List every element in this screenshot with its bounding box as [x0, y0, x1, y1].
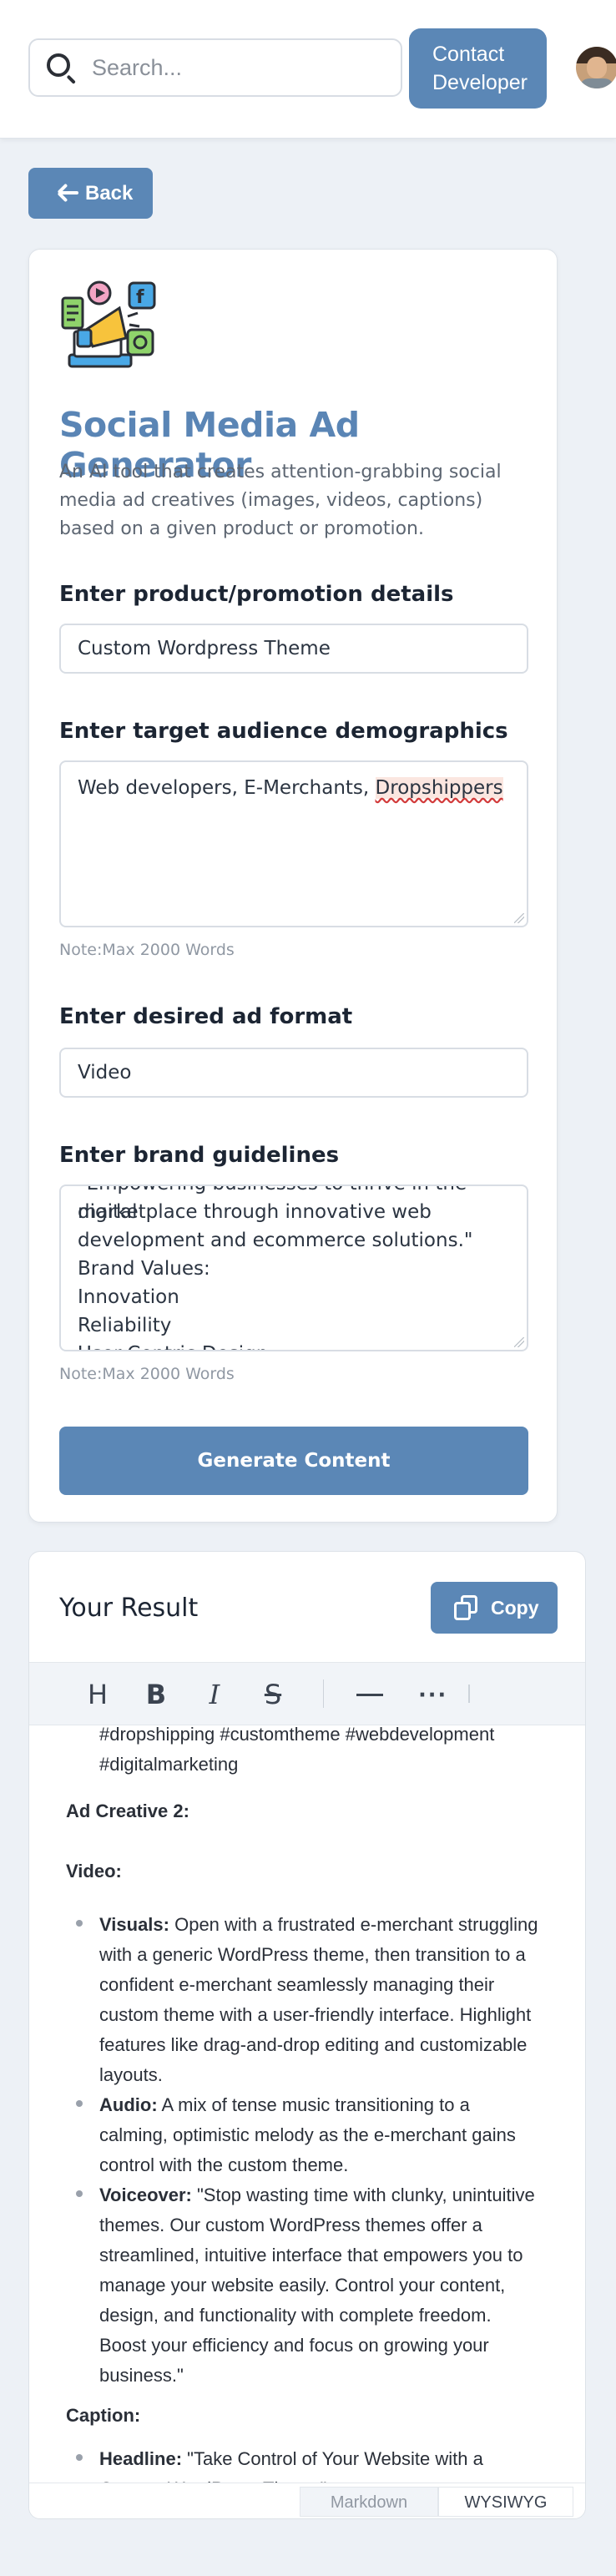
resize-handle[interactable]	[514, 1337, 524, 1347]
contact-developer-button[interactable]: Contact Developer	[409, 28, 547, 109]
audience-textarea[interactable]: Web developers, E-Merchants, Dropshipper…	[59, 760, 528, 927]
bullet-icon	[76, 2454, 83, 2461]
markdown-mode-tab[interactable]: Markdown	[300, 2487, 438, 2517]
copy-label: Copy	[491, 1596, 539, 1619]
horizontal-rule-button[interactable]	[353, 1679, 386, 1713]
headline-item: Headline: "Take Control of Your Website …	[99, 2444, 483, 2474]
tool-form-card: f Social Media Ad Generator An AI tool t…	[28, 249, 558, 1523]
bold-button[interactable]: B	[139, 1678, 173, 1711]
editor-mode-bar: Markdown WYSIWYG	[29, 2483, 585, 2518]
contact-label-line1: Contact	[432, 43, 505, 66]
voiceover-text: design, and functionality with complete …	[99, 2305, 492, 2326]
visuals-text: layouts.	[99, 2064, 163, 2085]
hashtags-line: #digitalmarketing	[99, 1754, 239, 1775]
voiceover-item: Voiceover: "Stop wasting time with clunk…	[99, 2180, 535, 2210]
voiceover-text: themes. Our custom WordPress themes offe…	[99, 2215, 482, 2235]
strikethrough-button[interactable]: S	[256, 1678, 290, 1711]
italic-button[interactable]: I	[198, 1678, 231, 1711]
ad-creative-heading: Ad Creative 2:	[66, 1801, 189, 1821]
bullet-icon	[76, 2100, 83, 2107]
misspelled-word: Dropshippers	[375, 777, 503, 799]
top-bar: Contact Developer	[0, 0, 616, 139]
video-heading: Video:	[66, 1861, 122, 1881]
voiceover-label: Voiceover:	[99, 2185, 192, 2205]
brand-line: Reliability	[78, 1315, 172, 1336]
heading-button[interactable]: H	[81, 1678, 114, 1711]
brand-line: marketplace through innovative web	[78, 1201, 432, 1223]
visuals-text: confident e-merchant seamlessly managing…	[99, 1974, 495, 1995]
voiceover-text: "Stop wasting time with clunky, unintuit…	[191, 2185, 535, 2205]
toolbar-divider	[323, 1679, 324, 1708]
back-button[interactable]: Back	[28, 168, 153, 219]
back-label: Back	[85, 181, 134, 205]
brand-line: development and ecommerce solutions."	[78, 1230, 473, 1251]
brand-text: "Empowering businesses to thrive in the …	[78, 1186, 520, 1350]
bullet-icon	[76, 1920, 83, 1927]
brand-label: Enter brand guidelines	[59, 1143, 340, 1168]
voiceover-text: business."	[99, 2365, 184, 2386]
audio-item: Audio: A mix of tense music transitionin…	[99, 2090, 470, 2120]
headline-text: Custom WordPress Theme"	[99, 2474, 326, 2483]
visuals-text: Open with a frustrated e-merchant strugg…	[169, 1914, 538, 1935]
tool-description: An AI tool that creates attention-grabbi…	[59, 462, 502, 539]
headline-text: "Take Control of Your Website with a	[182, 2448, 483, 2469]
format-label: Enter desired ad format	[59, 1004, 353, 1029]
audio-text: calming, optimistic melody as the e-merc…	[99, 2124, 516, 2145]
audience-label: Enter target audience demographics	[59, 719, 508, 744]
format-input[interactable]: Video	[59, 1048, 528, 1098]
search-box[interactable]	[28, 38, 402, 97]
visuals-label: Visuals:	[99, 1914, 169, 1935]
generate-content-button[interactable]: Generate Content	[59, 1427, 528, 1495]
result-card: Your Result Copy H B I S ··· #dropshippi…	[28, 1551, 586, 2519]
headline-label: Headline:	[99, 2448, 183, 2469]
visuals-text: features like drag-and-drop editing and …	[99, 2034, 528, 2055]
visuals-text: with a generic WordPress theme, then tra…	[99, 1944, 526, 1965]
bullet-icon	[76, 2190, 83, 2197]
search-icon	[45, 52, 77, 84]
brand-note: Note:Max 2000 Words	[59, 1365, 235, 1383]
audience-note: Note:Max 2000 Words	[59, 941, 235, 959]
brand-line: User-Centric Design	[78, 1340, 520, 1350]
avatar[interactable]	[576, 47, 616, 88]
voiceover-text: Boost your efficiency and focus on growi…	[99, 2335, 489, 2356]
brand-line: "Empowering businesses to thrive in the …	[78, 1186, 467, 1223]
brand-textarea[interactable]: "Empowering businesses to thrive in the …	[59, 1184, 528, 1351]
audio-text: control with the custom theme.	[99, 2154, 349, 2175]
visuals-text: custom theme with a user-friendly interf…	[99, 2004, 532, 2025]
voiceover-text: streamlined, intuitive interface that em…	[99, 2245, 523, 2265]
hashtags-line: #dropshipping #customtheme #webdevelopme…	[99, 1726, 495, 1745]
megaphone-social-icon: f	[61, 280, 156, 368]
svg-text:f: f	[136, 287, 144, 308]
copy-button[interactable]: Copy	[431, 1582, 558, 1634]
search-input[interactable]	[92, 54, 376, 81]
product-label: Enter product/promotion details	[59, 582, 454, 607]
editor-toolbar: H B I S ···	[29, 1662, 585, 1725]
wysiwyg-mode-tab[interactable]: WYSIWYG	[438, 2487, 573, 2517]
brand-line: Innovation	[78, 1286, 179, 1308]
audience-text: Web developers, E-Merchants,	[78, 777, 376, 799]
toolbar-divider	[468, 1685, 470, 1703]
brand-line: Brand Values:	[78, 1258, 210, 1280]
visuals-item: Visuals: Open with a frustrated e-mercha…	[99, 1910, 538, 1940]
audio-text: A mix of tense music transitioning to a	[157, 2094, 470, 2115]
voiceover-text: manage your website easily. Control your…	[99, 2275, 506, 2296]
product-input[interactable]: Custom Wordpress Theme	[59, 624, 528, 674]
audio-label: Audio:	[99, 2094, 158, 2115]
caption-heading: Caption:	[66, 2405, 141, 2426]
copy-icon	[454, 1595, 477, 1620]
result-title: Your Result	[59, 1594, 199, 1623]
resize-handle[interactable]	[514, 913, 524, 923]
arrow-left-icon	[57, 183, 78, 203]
more-options-button[interactable]: ···	[417, 1678, 450, 1711]
horizontal-rule-icon	[356, 1694, 383, 1696]
contact-label-line2: Developer	[432, 71, 528, 94]
editor-content[interactable]: #dropshipping #customtheme #webdevelopme…	[29, 1726, 585, 2483]
